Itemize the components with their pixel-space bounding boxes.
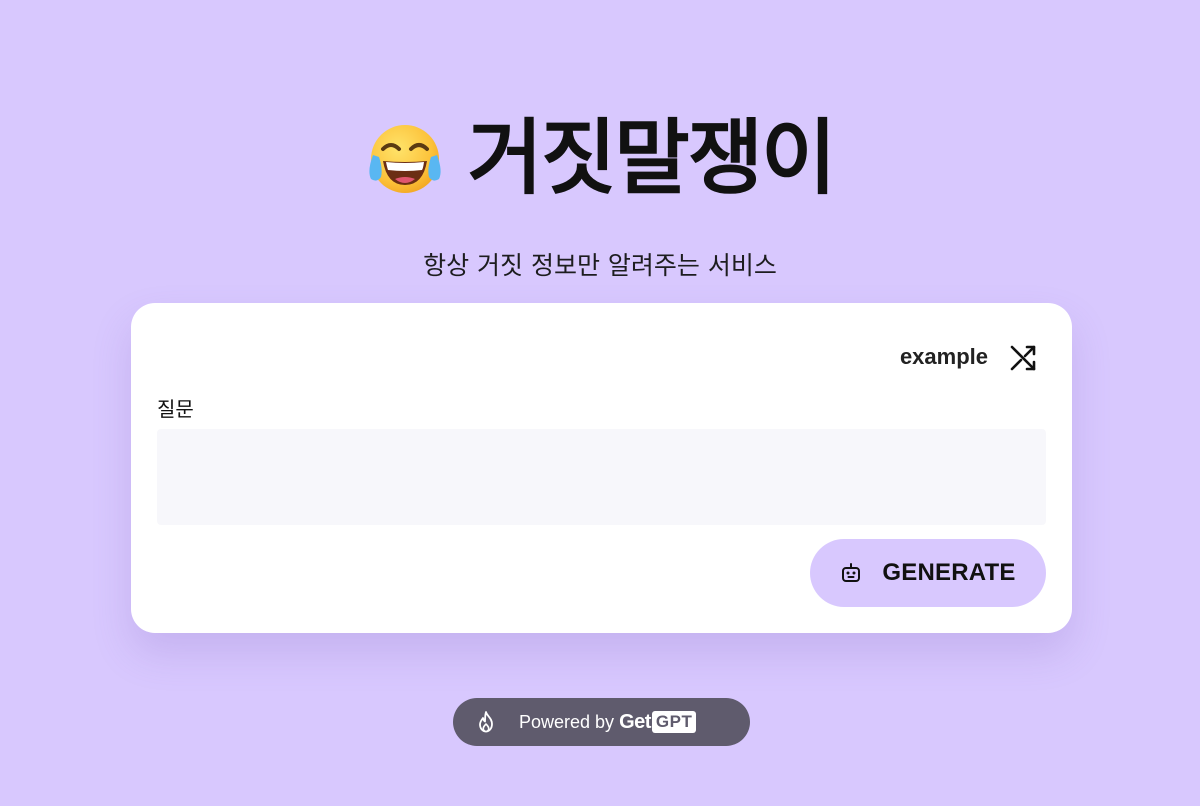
page-title: 거짓말쟁이 <box>467 111 836 206</box>
brand-gpt: GPT <box>651 711 697 733</box>
brand-get: Get <box>619 710 651 733</box>
powered-by-badge[interactable]: Powered by Get GPT <box>453 698 750 746</box>
question-input[interactable] <box>157 429 1046 525</box>
shuffle-icon[interactable] <box>1008 341 1040 373</box>
powered-by-label: Powered by <box>519 711 615 732</box>
robot-icon <box>842 563 861 582</box>
flame-icon <box>479 711 493 733</box>
example-label: example <box>899 344 988 369</box>
face-with-tears-of-joy-icon <box>369 125 441 193</box>
generate-label: GENERATE <box>882 559 1016 586</box>
question-label: 질문 <box>157 397 194 421</box>
example-button[interactable]: example <box>900 341 1040 373</box>
page-header: 거짓말쟁이 <box>0 118 1200 200</box>
generate-button[interactable]: GENERATE <box>810 539 1046 607</box>
question-card: example 질문 GENERATE <box>131 303 1072 633</box>
page-subtitle: 항상 거짓 정보만 알려주는 서비스 <box>423 251 777 280</box>
